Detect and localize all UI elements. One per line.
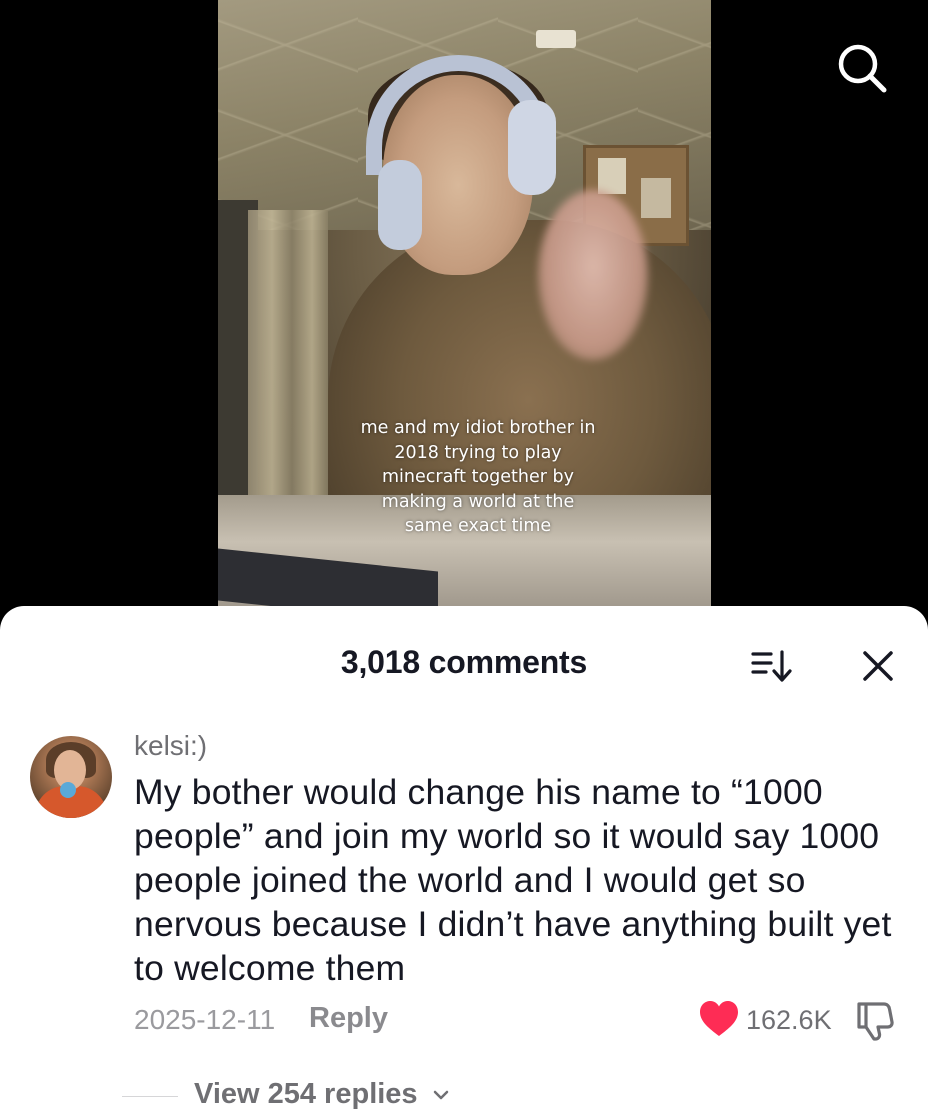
video-curtain bbox=[248, 210, 328, 510]
reply-button[interactable]: Reply bbox=[309, 1002, 388, 1035]
caption-line: 2018 trying to play bbox=[394, 442, 562, 463]
video-caption: me and my idiot brother in 2018 trying t… bbox=[358, 416, 598, 539]
close-icon bbox=[863, 651, 893, 681]
search-button[interactable] bbox=[832, 38, 892, 98]
caption-line: minecraft together by bbox=[382, 467, 574, 487]
replies-divider bbox=[122, 1096, 178, 1097]
chevron-down-icon bbox=[433, 1091, 448, 1100]
comment-username[interactable]: kelsi:) bbox=[134, 730, 207, 762]
like-count: 162.6K bbox=[746, 1005, 832, 1035]
sort-icon bbox=[751, 650, 792, 682]
avatar-cup bbox=[60, 782, 76, 798]
video-headphone-left bbox=[378, 160, 422, 250]
comments-panel: 3,018 comments kelsi:) My bother would c… bbox=[0, 606, 928, 1120]
caption-line: me and my idiot brother in bbox=[360, 418, 596, 438]
thumbs-down-icon bbox=[857, 1002, 894, 1041]
video-frame[interactable]: me and my idiot brother in 2018 trying t… bbox=[218, 0, 711, 612]
comment-text: My bother would change his name to “1000… bbox=[134, 772, 892, 988]
video-smoke-detector bbox=[536, 30, 576, 48]
avatar[interactable] bbox=[30, 736, 112, 818]
video-person-hand bbox=[538, 190, 648, 360]
like-button[interactable] bbox=[698, 1000, 740, 1038]
video-headphone-right bbox=[508, 100, 556, 195]
caption-line: same exact time bbox=[404, 516, 552, 536]
sort-button[interactable] bbox=[750, 646, 794, 686]
comment-date: 2025-12-11 bbox=[134, 1004, 276, 1035]
view-replies-label: View 254 replies bbox=[194, 1078, 418, 1110]
dislike-button[interactable] bbox=[854, 998, 898, 1042]
search-icon bbox=[838, 44, 887, 93]
caption-line: making a world at the bbox=[381, 491, 575, 512]
close-button[interactable] bbox=[856, 644, 900, 688]
heart-icon bbox=[700, 1001, 738, 1036]
view-replies-button[interactable]: View 254 replies bbox=[194, 1078, 450, 1111]
video-area: me and my idiot brother in 2018 trying t… bbox=[0, 0, 928, 620]
